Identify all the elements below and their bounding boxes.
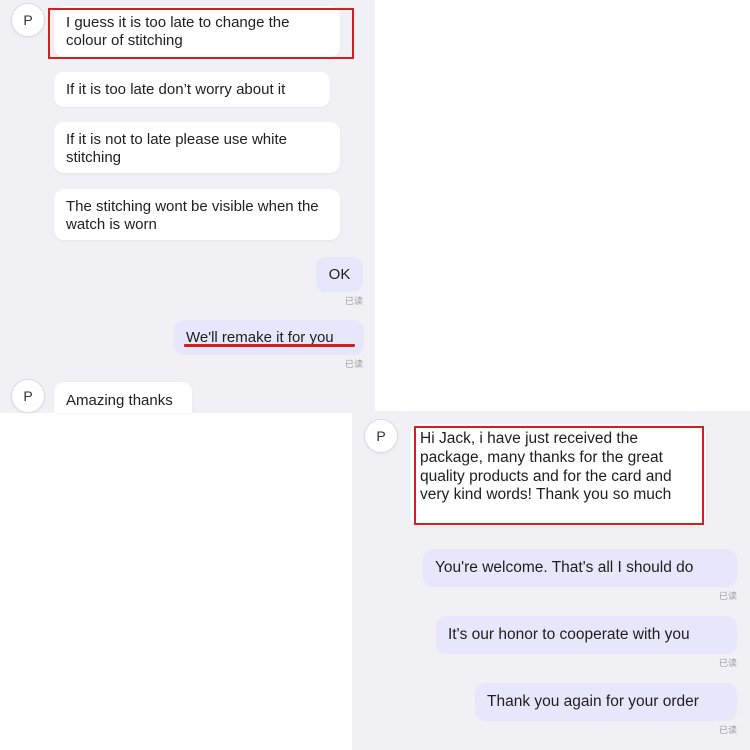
- message-text: OK: [328, 266, 351, 283]
- message-text: If it is not to late please use white st…: [66, 131, 287, 166]
- message-text: If it is too late don’t worry about it: [66, 81, 286, 98]
- message-bubble-incoming[interactable]: If it is too late don’t worry about it: [54, 72, 330, 107]
- message-bubble-outgoing[interactable]: OK: [316, 257, 363, 292]
- message-bubble-incoming[interactable]: If it is not to late please use white st…: [54, 122, 340, 173]
- read-status: 已读: [344, 359, 363, 369]
- message-text: Amazing thanks: [66, 392, 173, 409]
- read-status: 已读: [718, 725, 737, 735]
- read-status: 已读: [344, 296, 363, 306]
- message-bubble-incoming[interactable]: I guess it is too late to change the col…: [54, 6, 340, 57]
- contact-avatar[interactable]: P: [11, 379, 45, 413]
- message-text: I guess it is too late to change the col…: [66, 14, 290, 49]
- message-bubble-incoming[interactable]: Amazing thanks: [54, 382, 192, 413]
- avatar-initial: P: [376, 428, 386, 444]
- contact-avatar[interactable]: P: [11, 3, 45, 37]
- highlight-underline: [184, 344, 355, 347]
- message-bubble-outgoing[interactable]: We'll remake it for you: [174, 320, 364, 355]
- message-bubble-incoming[interactable]: Hi Jack, i have just received the packag…: [410, 424, 706, 526]
- avatar-initial: P: [23, 12, 33, 28]
- message-text: Thank you again for your order: [487, 693, 699, 710]
- message-bubble-incoming[interactable]: The stitching wont be visible when the w…: [54, 189, 340, 240]
- message-text: You're welcome. That's all I should do: [435, 559, 694, 576]
- message-text: Hi Jack, i have just received the packag…: [420, 430, 672, 504]
- message-bubble-outgoing[interactable]: You're welcome. That's all I should do: [423, 549, 737, 587]
- read-status: 已读: [718, 658, 737, 668]
- message-bubble-outgoing[interactable]: It's our honor to cooperate with you: [436, 616, 737, 654]
- message-text: The stitching wont be visible when the w…: [66, 198, 319, 233]
- message-bubble-outgoing[interactable]: Thank you again for your order: [475, 683, 737, 721]
- read-status: 已读: [718, 591, 737, 601]
- message-text: It's our honor to cooperate with you: [448, 626, 690, 643]
- avatar-initial: P: [23, 388, 33, 404]
- contact-avatar[interactable]: P: [364, 419, 398, 453]
